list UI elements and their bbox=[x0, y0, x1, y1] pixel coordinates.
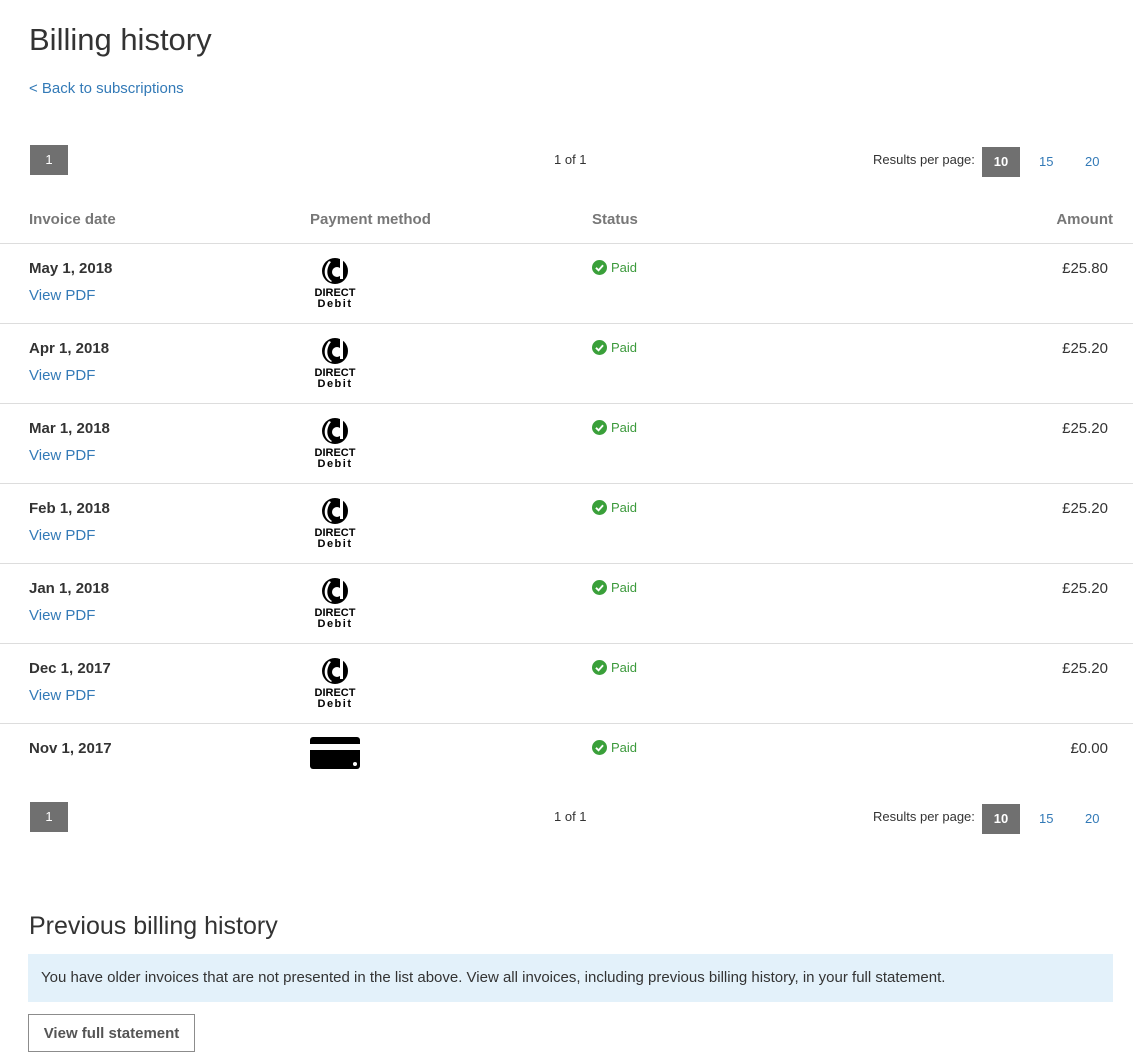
results-per-page-20[interactable]: 20 bbox=[1085, 811, 1099, 826]
status-badge: Paid bbox=[592, 340, 637, 355]
invoice-amount: £25.80 bbox=[1062, 260, 1108, 277]
status-text: Paid bbox=[611, 340, 638, 355]
svg-text:Debit: Debit bbox=[318, 458, 353, 468]
direct-debit-icon: DIRECT Debit bbox=[309, 656, 361, 708]
previous-billing-title: Previous billing history bbox=[29, 912, 278, 940]
pagination-top: 1 1 of 1 Results per page: 10 15 20 bbox=[0, 145, 1133, 177]
table-row: Nov 1, 2017 Paid £0.00 bbox=[0, 724, 1133, 786]
column-header-amount: Amount bbox=[1056, 211, 1113, 228]
results-per-page-label: Results per page: bbox=[873, 809, 975, 824]
check-circle-icon bbox=[592, 260, 607, 275]
direct-debit-icon: DIRECT Debit bbox=[309, 496, 361, 548]
view-pdf-link[interactable]: View PDF bbox=[29, 367, 95, 384]
table-row: Dec 1, 2017 View PDF DIRECT Debit Paid £2… bbox=[0, 644, 1133, 724]
status-badge: Paid bbox=[592, 260, 637, 275]
page-count: 1 of 1 bbox=[554, 152, 587, 167]
invoice-amount: £25.20 bbox=[1062, 340, 1108, 357]
table-row: Feb 1, 2018 View PDF DIRECT Debit Paid £2… bbox=[0, 484, 1133, 564]
status-badge: Paid bbox=[592, 740, 637, 755]
column-header-invoice-date: Invoice date bbox=[29, 211, 116, 228]
table-row: Mar 1, 2018 View PDF DIRECT Debit Paid £2… bbox=[0, 404, 1133, 484]
check-circle-icon bbox=[592, 340, 607, 355]
status-badge: Paid bbox=[592, 500, 637, 515]
status-badge: Paid bbox=[592, 580, 637, 595]
status-text: Paid bbox=[611, 500, 638, 515]
direct-debit-icon: DIRECT Debit bbox=[309, 256, 361, 308]
results-per-page-15[interactable]: 15 bbox=[1039, 811, 1053, 826]
results-per-page-20[interactable]: 20 bbox=[1085, 154, 1099, 169]
page-count: 1 of 1 bbox=[554, 809, 587, 824]
check-circle-icon bbox=[592, 660, 607, 675]
svg-text:Debit: Debit bbox=[318, 618, 353, 628]
invoice-table: May 1, 2018 View PDF DIRECT Debit Paid £2… bbox=[0, 243, 1133, 786]
svg-text:Debit: Debit bbox=[318, 698, 353, 708]
page-title: Billing history bbox=[29, 22, 212, 57]
results-per-page-15[interactable]: 15 bbox=[1039, 154, 1053, 169]
svg-text:Debit: Debit bbox=[318, 538, 353, 548]
view-pdf-link[interactable]: View PDF bbox=[29, 607, 95, 624]
table-row: Jan 1, 2018 View PDF DIRECT Debit Paid £2… bbox=[0, 564, 1133, 644]
invoice-amount: £25.20 bbox=[1062, 420, 1108, 437]
view-full-statement-button[interactable]: View full statement bbox=[28, 1014, 195, 1052]
direct-debit-icon: DIRECT Debit bbox=[309, 576, 361, 628]
table-row: Apr 1, 2018 View PDF DIRECT Debit Paid £2… bbox=[0, 324, 1133, 404]
check-circle-icon bbox=[592, 580, 607, 595]
invoice-date: Apr 1, 2018 bbox=[29, 340, 110, 357]
column-header-status: Status bbox=[592, 211, 638, 228]
invoice-date: Feb 1, 2018 bbox=[29, 500, 110, 517]
direct-debit-icon: DIRECT Debit bbox=[309, 336, 361, 388]
invoice-amount: £25.20 bbox=[1062, 660, 1108, 677]
results-per-page-label: Results per page: bbox=[873, 152, 975, 167]
invoice-amount: £25.20 bbox=[1062, 580, 1108, 597]
previous-billing-info: You have older invoices that are not pre… bbox=[28, 954, 1113, 1002]
view-pdf-link[interactable]: View PDF bbox=[29, 287, 95, 304]
invoice-date: Mar 1, 2018 bbox=[29, 420, 110, 437]
view-pdf-link[interactable]: View PDF bbox=[29, 447, 95, 464]
column-header-payment-method: Payment method bbox=[310, 211, 431, 228]
status-badge: Paid bbox=[592, 420, 637, 435]
svg-text:Debit: Debit bbox=[318, 378, 353, 388]
invoice-date: Dec 1, 2017 bbox=[29, 660, 111, 677]
svg-text:Debit: Debit bbox=[318, 298, 353, 308]
invoice-date: May 1, 2018 bbox=[29, 260, 113, 277]
view-pdf-link[interactable]: View PDF bbox=[29, 527, 95, 544]
view-pdf-link[interactable]: View PDF bbox=[29, 687, 95, 704]
check-circle-icon bbox=[592, 420, 607, 435]
check-circle-icon bbox=[592, 500, 607, 515]
status-text: Paid bbox=[611, 420, 638, 435]
status-text: Paid bbox=[611, 740, 638, 755]
invoice-amount: £25.20 bbox=[1062, 500, 1108, 517]
invoice-amount: £0.00 bbox=[1070, 740, 1108, 757]
status-text: Paid bbox=[611, 580, 638, 595]
status-badge: Paid bbox=[592, 660, 637, 675]
results-per-page-10[interactable]: 10 bbox=[982, 804, 1020, 834]
page-button-current[interactable]: 1 bbox=[30, 802, 68, 832]
status-text: Paid bbox=[611, 260, 638, 275]
page-button-current[interactable]: 1 bbox=[30, 145, 68, 175]
status-text: Paid bbox=[611, 660, 638, 675]
check-circle-icon bbox=[592, 740, 607, 755]
results-per-page-10[interactable]: 10 bbox=[982, 147, 1020, 177]
back-to-subscriptions-link[interactable]: < Back to subscriptions bbox=[29, 80, 184, 97]
credit-card-icon bbox=[309, 736, 361, 788]
invoice-date: Nov 1, 2017 bbox=[29, 740, 112, 757]
table-row: May 1, 2018 View PDF DIRECT Debit Paid £2… bbox=[0, 244, 1133, 324]
pagination-bottom: 1 1 of 1 Results per page: 10 15 20 bbox=[0, 802, 1133, 834]
direct-debit-icon: DIRECT Debit bbox=[309, 416, 361, 468]
invoice-date: Jan 1, 2018 bbox=[29, 580, 110, 597]
